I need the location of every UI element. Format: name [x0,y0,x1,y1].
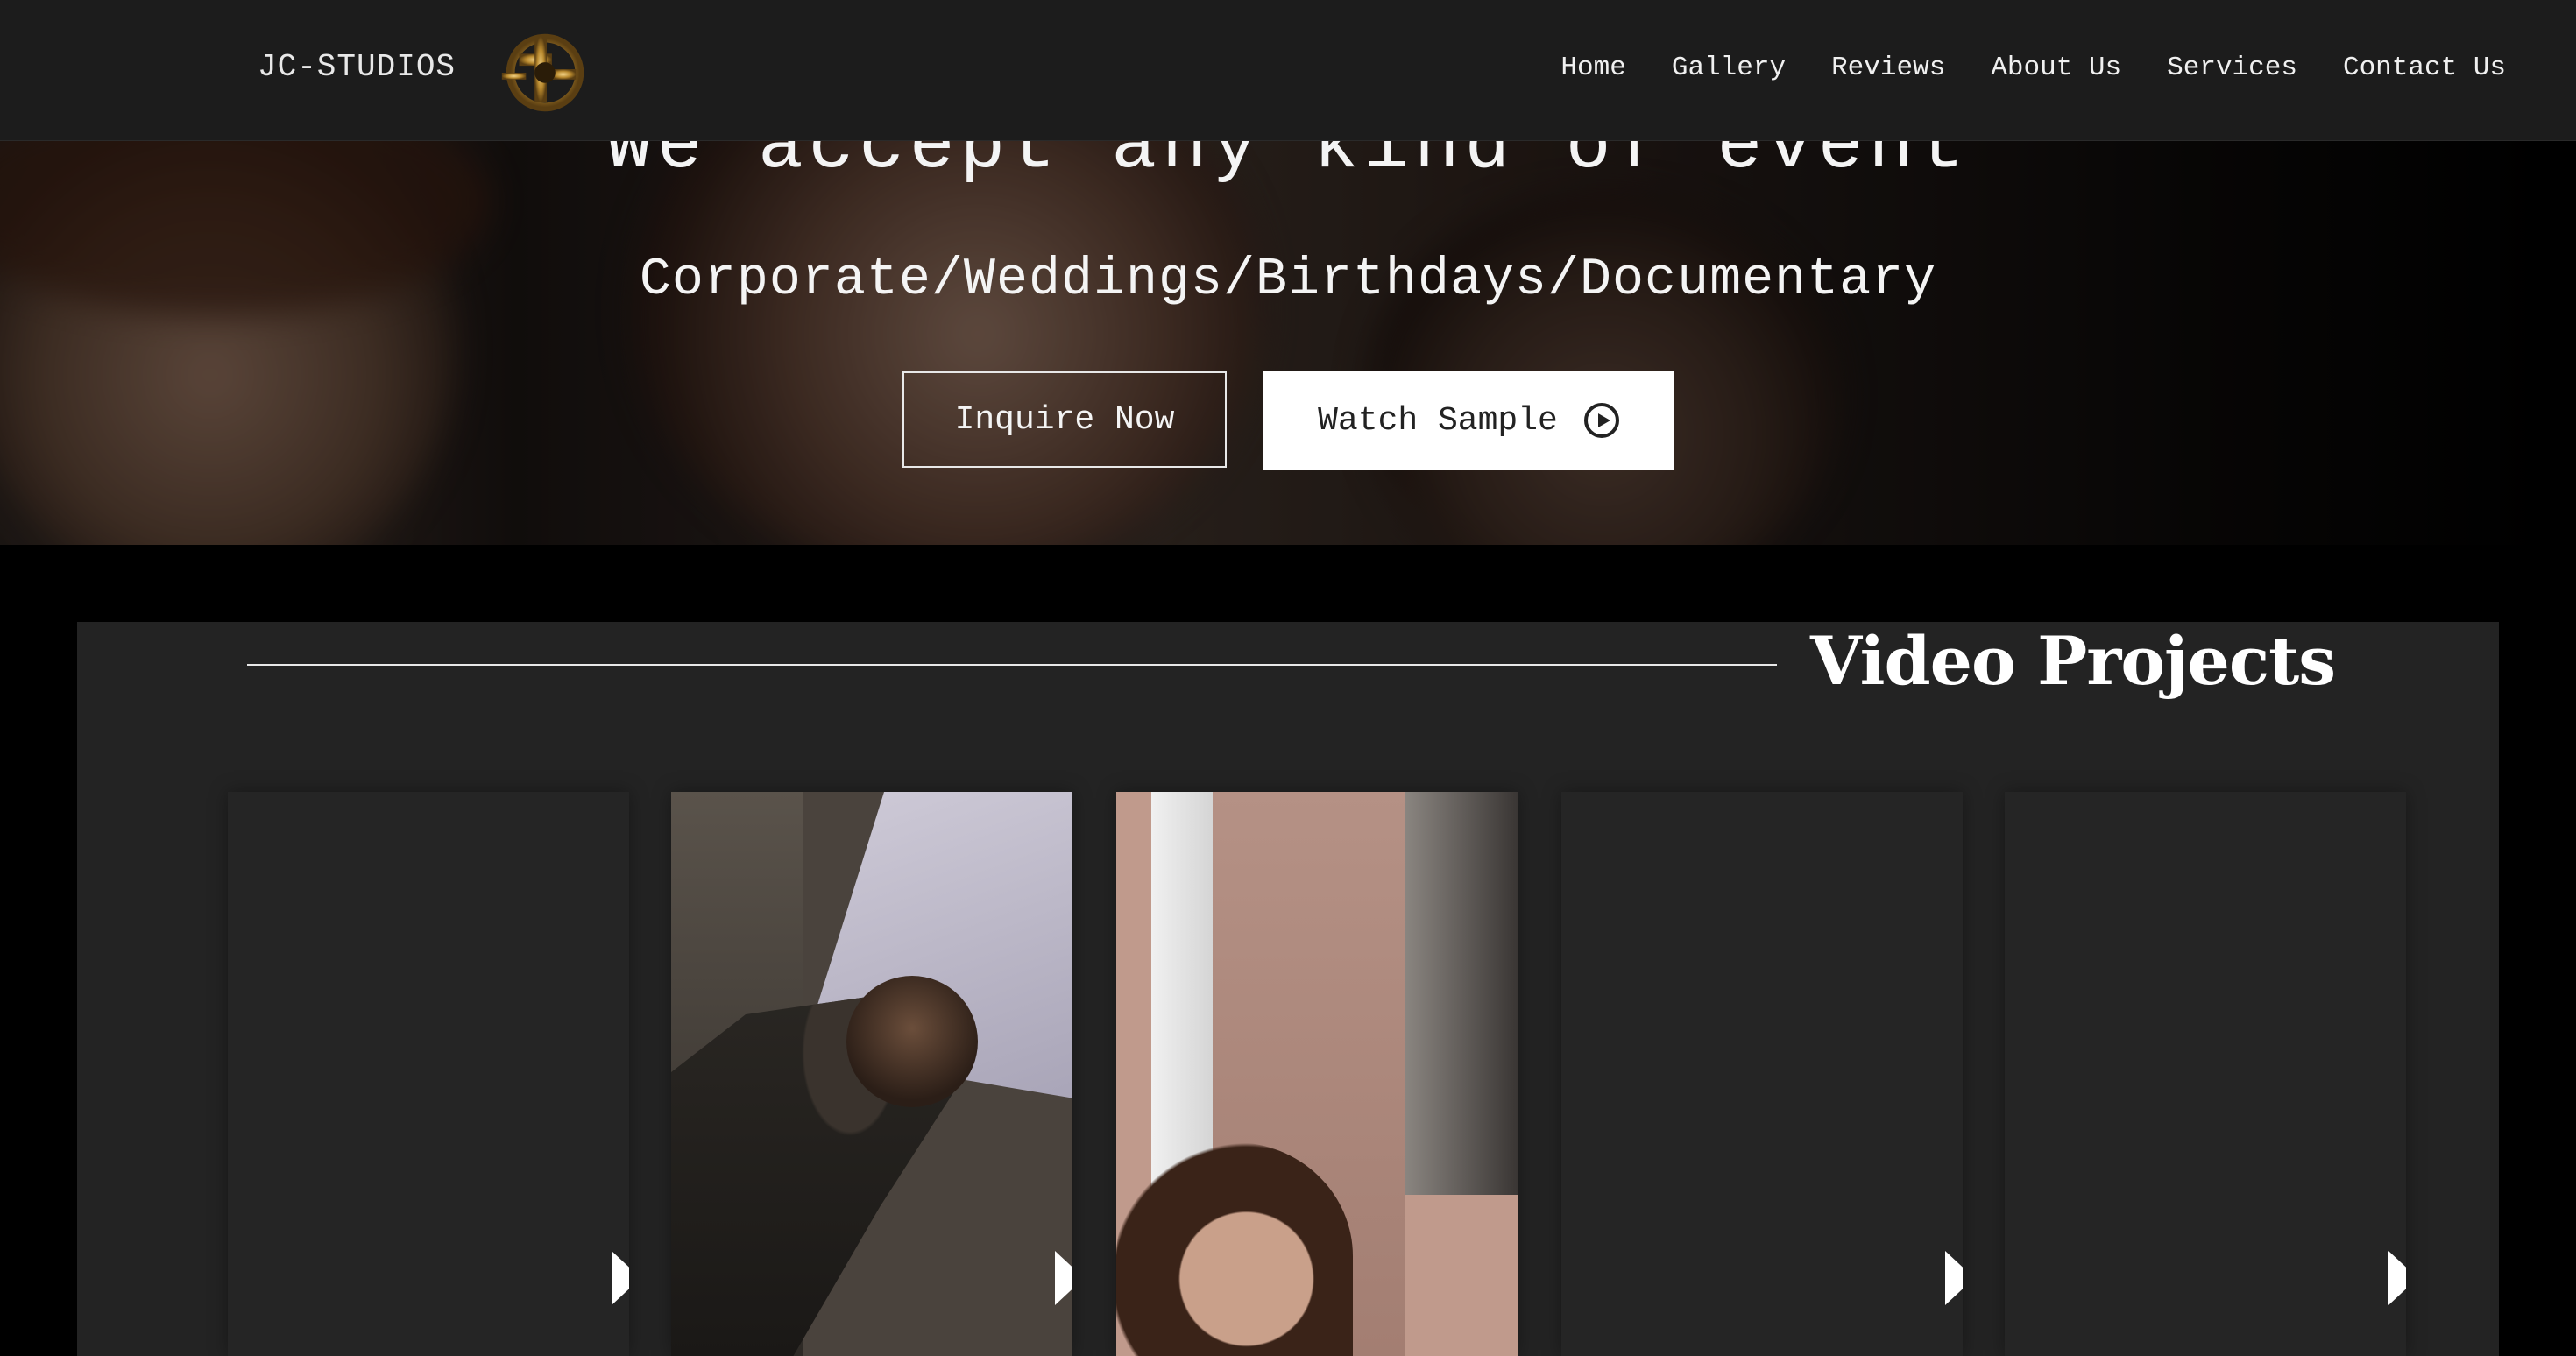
play-icon[interactable] [1945,1251,1963,1305]
thumbnail-head [846,976,978,1107]
video-card[interactable] [2005,792,2406,1356]
thumbnail-woman [1116,1142,1353,1356]
nav-gallery-link[interactable]: Gallery [1672,53,1786,83]
video-card[interactable] [228,792,629,1356]
hero-subtitle: Corporate/Weddings/Birthdays/Documentary [639,251,1937,310]
section-divider-line [247,664,1777,666]
nav-contact-us-link[interactable]: Contact Us [2343,53,2506,83]
play-icon[interactable] [1055,1251,1072,1305]
nav-about-us-link[interactable]: About Us [1991,53,2121,83]
watch-sample-button[interactable]: Watch Sample [1263,371,1674,470]
nav-services-link[interactable]: Services [2167,53,2297,83]
brand-name[interactable]: JC-STUDIOS [258,49,456,85]
video-card[interactable] [671,792,1072,1356]
nav-reviews-link[interactable]: Reviews [1831,53,1945,83]
jc-studios-logo-icon[interactable] [493,19,597,123]
section-title: Video Projects [1810,622,2336,700]
video-card[interactable] [1116,792,1518,1356]
video-card[interactable] [1561,792,1963,1356]
play-icon[interactable] [2388,1251,2406,1305]
watch-sample-label: Watch Sample [1318,401,1558,440]
top-navigation-bar: JC-STUDIOS Home Gallery Reviews About Us… [0,0,2576,141]
hero-banner [0,140,2576,545]
main-nav: Home Gallery Reviews About Us Services C… [1560,53,2506,83]
hero-overlay [0,140,2576,545]
play-circle-icon [1583,403,1619,438]
nav-home-link[interactable]: Home [1560,53,1625,83]
play-icon[interactable] [612,1251,629,1305]
thumbnail-painting [1405,792,1518,1195]
video-projects-section: Video Projects [77,622,2499,1356]
inquire-now-button[interactable]: Inquire Now [902,371,1227,468]
